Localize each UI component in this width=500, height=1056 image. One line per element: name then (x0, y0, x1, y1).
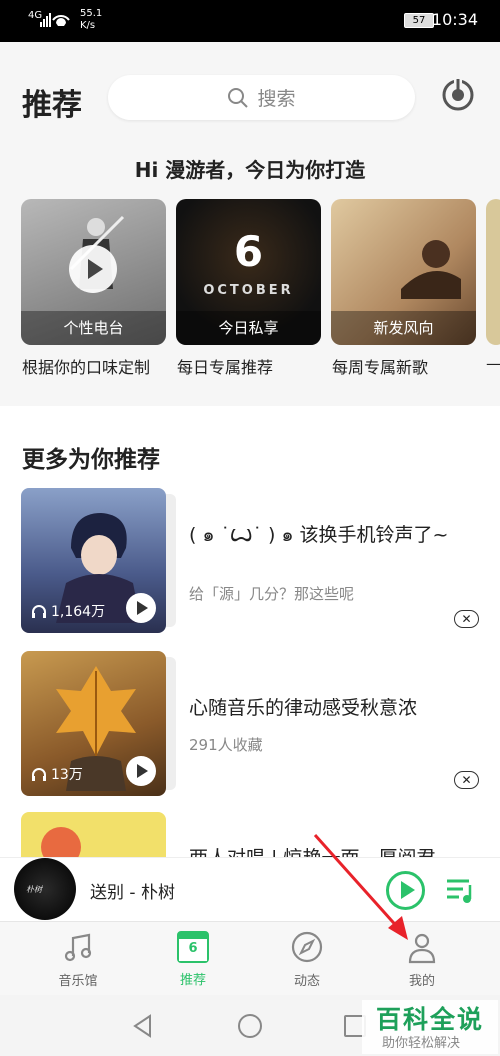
search-bar[interactable]: 搜索 (108, 75, 415, 120)
card-caption: 每日专属推荐 (177, 358, 274, 377)
play-icon[interactable] (69, 245, 117, 293)
headphones-icon (32, 768, 46, 781)
list-item[interactable]: 两人对唱 | 惊艳一面，厚阅君 (0, 812, 500, 857)
playlist-title: ( ๑ ˙Ꙍ˙ ) ๑ 该换手机铃声了~ (189, 524, 449, 546)
playlist-cover[interactable] (21, 812, 166, 857)
status-bar: 4G 55.1 K/s 57 10:34 (0, 0, 500, 42)
wifi-icon (40, 13, 70, 27)
play-button[interactable] (386, 871, 425, 910)
card-month: OCTOBER (203, 283, 294, 298)
battery-icon: 57 (404, 13, 434, 28)
dismiss-icon[interactable]: ✕ (454, 771, 479, 789)
list-item[interactable]: 13万 心随音乐的律动感受秋意浓 291人收藏 ✕ (0, 651, 500, 801)
tab-recommend[interactable]: 6 推荐 (148, 930, 238, 988)
card-label: 个性电台 (21, 311, 166, 345)
playlist-cover[interactable]: 1,164万 (21, 488, 166, 633)
back-icon[interactable] (130, 1013, 156, 1039)
cover-stack-edge (166, 657, 176, 790)
card-label: 新发风向 (331, 311, 476, 345)
dismiss-icon[interactable]: ✕ (454, 610, 479, 628)
playlist-icon[interactable] (445, 875, 475, 905)
card-daily-picks[interactable]: 6 OCTOBER 今日私享 (176, 199, 321, 345)
cover-stack-edge (166, 494, 176, 627)
play-count: 13万 (31, 764, 83, 784)
watermark: 百科全说 助你轻松解决 (362, 1000, 498, 1054)
greeting: Hi 漫游者，今日为你打造 (134, 158, 366, 182)
search-icon (228, 87, 249, 108)
top-section: 推荐 搜索 Hi 漫游者，今日为你打造 个性电台 根据你的口味定制 6 OCTO… (0, 42, 500, 406)
tab-music-hall[interactable]: 音乐馆 (33, 930, 123, 989)
cover-art (41, 827, 81, 857)
card-personal-radio[interactable]: 个性电台 (21, 199, 166, 345)
play-icon[interactable] (126, 756, 156, 786)
now-playing-title: 送别 - 朴树 (90, 883, 175, 903)
card-label: 今日私享 (176, 311, 321, 345)
card-caption-partial: — (486, 354, 500, 373)
page-title: 推荐 (22, 88, 82, 123)
section-title: 更多为你推荐 (22, 447, 160, 473)
card-caption: 每周专属新歌 (332, 358, 429, 377)
compass-icon (291, 931, 323, 963)
card-new-releases[interactable]: 新发风向 (331, 199, 476, 345)
card-caption: 根据你的口味定制 (22, 358, 151, 377)
album-art (401, 240, 461, 299)
search-placeholder: 搜索 (257, 88, 296, 110)
tab-mine[interactable]: 我的 (377, 930, 467, 989)
card-date-number: 6 (233, 227, 264, 276)
calendar-icon: 6 (177, 931, 209, 963)
playlist-title: 心随音乐的律动感受秋意浓 (189, 697, 418, 719)
card-partial[interactable] (486, 199, 500, 345)
home-icon[interactable] (238, 1014, 262, 1038)
tab-feed[interactable]: 动态 (262, 930, 352, 989)
watermark-subtitle: 助你轻松解决 (382, 1036, 461, 1051)
playlist-subtitle: 给「源」几分？那这些呢 (189, 585, 355, 603)
bottom-tab-bar: 音乐馆 6 推荐 动态 我的 (0, 921, 500, 995)
playlist-cover[interactable]: 13万 (21, 651, 166, 796)
playlist-subtitle: 291人收藏 (189, 736, 263, 754)
network-speed: 55.1 K/s (80, 8, 103, 31)
playlist-title: 两人对唱 | 惊艳一面，厚阅君 (189, 845, 469, 857)
play-count: 1,164万 (31, 601, 105, 621)
radar-icon[interactable] (440, 77, 476, 113)
album-cover[interactable]: 朴树 (14, 858, 76, 920)
headphones-icon (32, 605, 46, 618)
watermark-title: 百科全说 (376, 1005, 485, 1034)
clock: 10:34 (431, 10, 478, 29)
list-item[interactable]: 1,164万 ( ๑ ˙Ꙍ˙ ) ๑ 该换手机铃声了~ 给「源」几分？那这些呢 … (0, 488, 500, 638)
music-note-icon (64, 933, 92, 962)
person-icon (408, 933, 436, 964)
mini-player[interactable]: 朴树 送别 - 朴树 (0, 857, 500, 921)
play-icon[interactable] (126, 593, 156, 623)
